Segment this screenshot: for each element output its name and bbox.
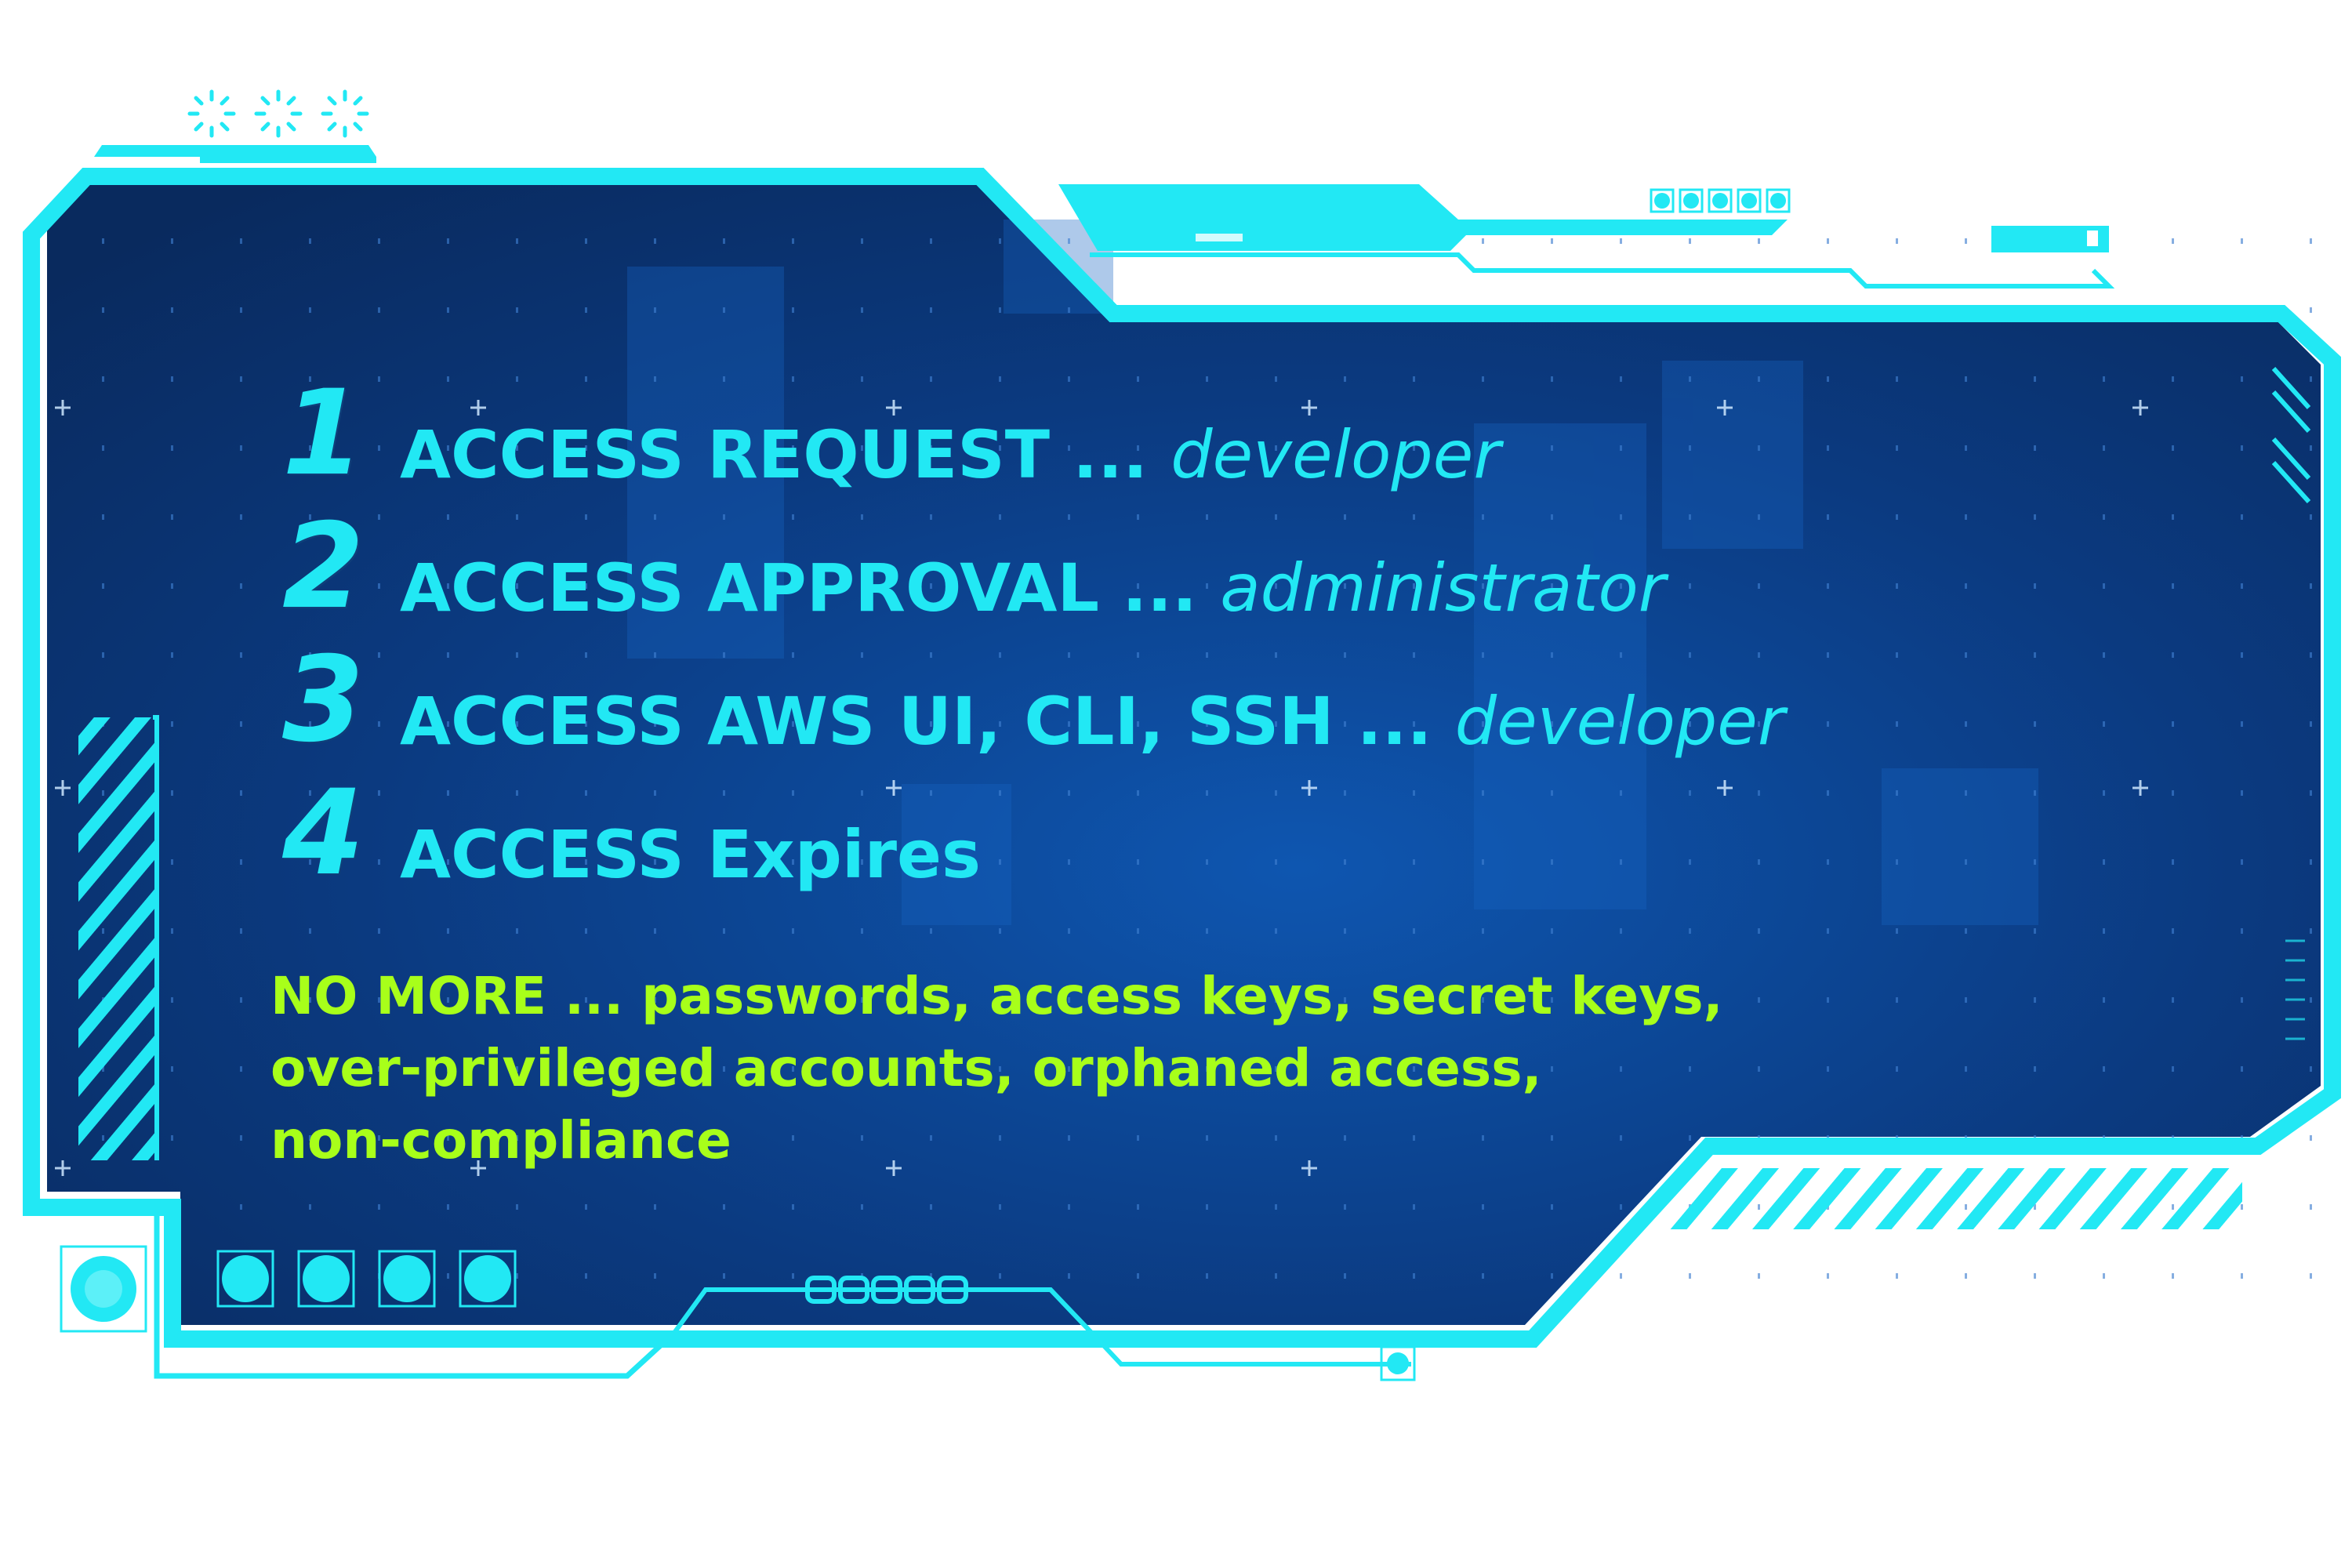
step-number: 4	[282, 765, 364, 902]
step-action: ACCESS APPROVAL ...	[400, 550, 1197, 626]
step-action: ACCESS Expires	[400, 816, 982, 893]
step-role: developer	[1454, 683, 1785, 760]
access-step-4: 4 ACCESS Expires	[282, 768, 1929, 902]
no-more-line-2: over-privileged accounts, orphaned acces…	[270, 1038, 1542, 1098]
step-text: ACCESS APPROVAL ... administrator	[400, 549, 1665, 627]
bottom-right-stripe-decor	[1662, 1168, 2242, 1229]
access-step-3: 3 ACCESS AWS UI, CLI, SSH ... developer	[282, 635, 1929, 768]
step-role: administrator	[1220, 550, 1666, 626]
no-more-statement: NO MORE ... passwords, access keys, secr…	[270, 960, 1917, 1177]
step-number: 1	[282, 365, 364, 502]
access-step-1: 1 ACCESS REQUEST ... developer	[282, 368, 1929, 502]
step-text: ACCESS AWS UI, CLI, SSH ... developer	[400, 682, 1784, 760]
no-more-line-3: non-compliance	[270, 1110, 731, 1171]
access-steps-list: 1 ACCESS REQUEST ... developer 2 ACCESS APP…	[282, 368, 1929, 902]
loader-icons	[187, 89, 369, 138]
no-more-line-1: NO MORE ... passwords, access keys, secr…	[270, 966, 1723, 1026]
step-action: ACCESS REQUEST ...	[400, 416, 1148, 493]
left-stripe-decor	[78, 715, 159, 1160]
step-action: ACCESS AWS UI, CLI, SSH ...	[400, 683, 1432, 760]
access-step-2: 2 ACCESS APPROVAL ... administrator	[282, 502, 1929, 635]
step-text: ACCESS Expires	[400, 815, 981, 894]
step-text: ACCESS REQUEST ... developer	[400, 416, 1501, 494]
top-left-tab	[94, 145, 376, 157]
step-number: 3	[282, 632, 364, 768]
step-role: developer	[1171, 416, 1501, 493]
step-number: 2	[282, 499, 364, 635]
